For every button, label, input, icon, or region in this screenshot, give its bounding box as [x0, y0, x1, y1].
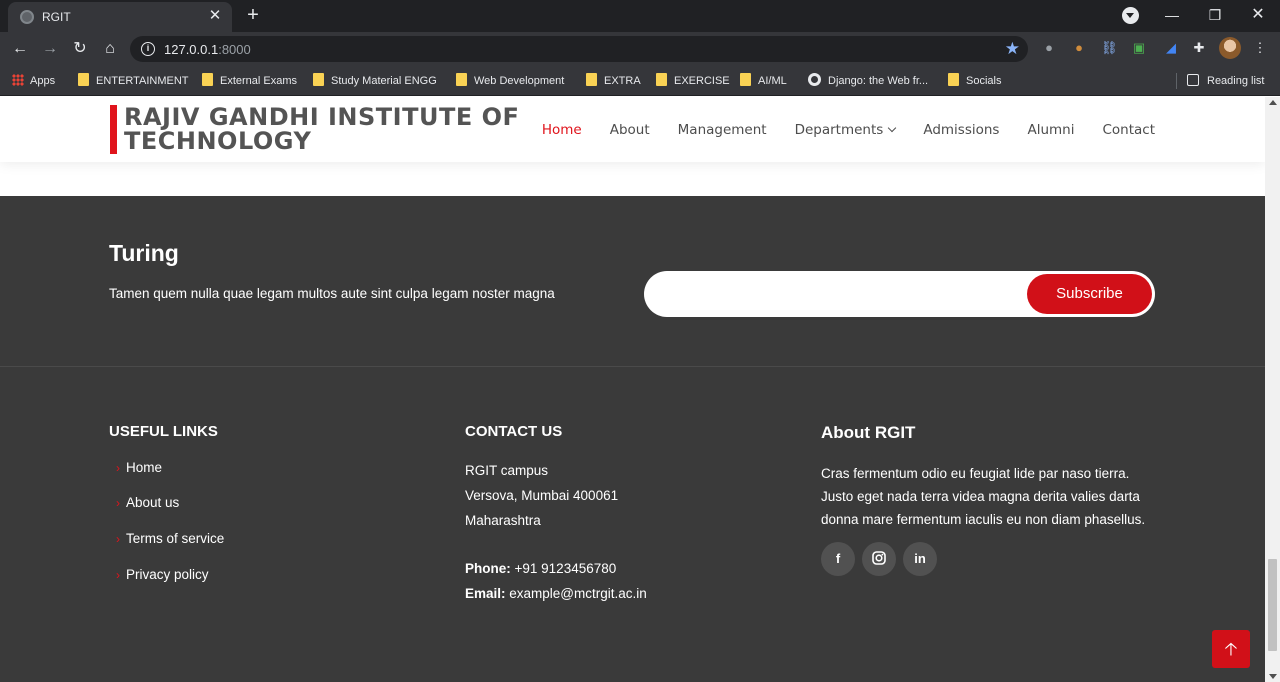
globe-icon [808, 73, 821, 86]
chevron-right-icon: › [116, 532, 120, 546]
bookmark-folder[interactable]: External Exams [202, 73, 297, 89]
bookmark-star-icon[interactable]: ★ [1005, 39, 1020, 59]
extension-icon[interactable]: ◢ [1163, 40, 1179, 56]
puzzle-extensions-icon[interactable]: ✚ [1191, 40, 1207, 56]
bookmark-folder[interactable]: EXTRA [586, 73, 641, 89]
folder-icon [586, 73, 597, 86]
nav-departments[interactable]: Departments [795, 122, 897, 138]
nav-home[interactable]: Home [542, 122, 582, 138]
close-window-button[interactable]: ✕ [1246, 4, 1270, 26]
folder-icon [948, 73, 959, 86]
page-scrollbar[interactable] [1265, 97, 1280, 682]
bookmark-link[interactable]: Django: the Web fr... [808, 73, 928, 89]
address-line: Versova, Mumbai 400061 [465, 488, 619, 503]
browser-toolbar: ← → ↻ ⌂ i 127.0.0.1:8000 ★ ● ● ⛓ ▣ ◢ ✚ ⋮ [0, 32, 1280, 66]
newsletter-title: Turing [109, 240, 179, 266]
page-viewport: RAJIV GANDHI INSTITUTE OF TECHNOLOGY Hom… [0, 97, 1265, 682]
footer-link-about[interactable]: › About us [116, 495, 179, 510]
bookmark-folder[interactable]: AI/ML [740, 73, 787, 89]
nav-admissions[interactable]: Admissions [923, 122, 999, 138]
chevron-right-icon: › [116, 568, 120, 582]
close-icon[interactable]: ✕ [206, 7, 224, 25]
contact-us-title: CONTACT US [465, 423, 563, 440]
address-bar[interactable]: i 127.0.0.1:8000 ★ [130, 36, 1028, 62]
back-arrow-icon[interactable]: ← [8, 37, 32, 61]
scroll-up-arrow-icon[interactable] [1269, 100, 1277, 105]
forward-arrow-icon[interactable]: → [38, 37, 62, 61]
minimize-button[interactable]: — [1160, 4, 1184, 26]
reading-list-icon [1187, 74, 1199, 86]
logo-line-1: RAJIV GANDHI INSTITUTE OF [124, 103, 520, 131]
useful-links-title: USEFUL LINKS [109, 423, 218, 440]
site-header: RAJIV GANDHI INSTITUTE OF TECHNOLOGY Hom… [0, 97, 1265, 162]
linkedin-icon[interactable]: in [903, 542, 937, 576]
instagram-icon[interactable] [862, 542, 896, 576]
nav-management[interactable]: Management [678, 122, 767, 138]
nav-contact[interactable]: Contact [1102, 122, 1155, 138]
bookmarks-bar: Apps ENTERTAINMENT External Exams Study … [0, 66, 1280, 96]
address-line: RGIT campus [465, 463, 549, 478]
link-extension-icon[interactable]: ⛓ [1101, 40, 1118, 56]
avatar[interactable] [1219, 37, 1241, 59]
globe-icon [20, 10, 34, 24]
contact-phone: Phone: +91 9123456780 [465, 561, 617, 576]
main-nav: Home About Management Departments Admiss… [514, 97, 1155, 162]
chevron-right-icon: › [116, 496, 120, 510]
info-icon[interactable]: i [141, 42, 155, 56]
bookmark-folder[interactable]: ENTERTAINMENT [78, 73, 189, 89]
address-line: Maharashtra [465, 513, 541, 528]
extension-icon[interactable]: ▣ [1131, 40, 1147, 56]
browser-tabstrip: RGIT ✕ + — ❐ ✕ [0, 0, 1280, 32]
footer-link-privacy[interactable]: › Privacy policy [116, 567, 209, 582]
subscribe-button[interactable]: Subscribe [1027, 274, 1152, 314]
folder-icon [456, 73, 467, 86]
bookmark-folder[interactable]: Web Development [456, 73, 564, 89]
newsletter-email-input[interactable]: Subscribe [644, 271, 1155, 317]
divider [1176, 73, 1177, 89]
browser-tab[interactable]: RGIT ✕ [8, 2, 232, 32]
folder-icon [313, 73, 324, 86]
reading-list-button[interactable]: Reading list [1187, 73, 1264, 89]
bookmark-folder[interactable]: EXERCISE [656, 73, 730, 89]
footer-link-home[interactable]: › Home [116, 460, 162, 475]
new-tab-button[interactable]: + [242, 4, 264, 26]
newsletter-section: Turing Tamen quem nulla quae legam multo… [0, 196, 1265, 366]
about-title: About RGIT [821, 423, 916, 442]
bookmark-folder[interactable]: Socials [948, 73, 1001, 89]
site-logo[interactable]: RAJIV GANDHI INSTITUTE OF TECHNOLOGY [124, 105, 519, 153]
restore-button[interactable]: ❐ [1203, 4, 1227, 26]
newsletter-text: Tamen quem nulla quae legam multos aute … [109, 286, 555, 301]
bookmark-folder[interactable]: Study Material ENGG [313, 73, 437, 89]
folder-icon [78, 73, 89, 86]
home-icon[interactable]: ⌂ [98, 37, 122, 61]
folder-icon [740, 73, 751, 86]
nav-alumni[interactable]: Alumni [1027, 122, 1074, 138]
tab-search-button[interactable] [1122, 7, 1139, 24]
bookmark-apps[interactable]: Apps [12, 73, 55, 89]
apps-grid-icon [12, 74, 24, 86]
footer-link-terms[interactable]: › Terms of service [116, 531, 224, 546]
site-footer: USEFUL LINKS › Home › About us › Terms of s… [0, 366, 1265, 682]
folder-icon [656, 73, 667, 86]
nav-about[interactable]: About [610, 122, 650, 138]
scroll-down-arrow-icon[interactable] [1269, 674, 1277, 679]
facebook-icon[interactable]: f [821, 542, 855, 576]
contact-email: Email: example@mctrgit.ac.in [465, 586, 647, 601]
chevron-down-icon [888, 123, 897, 132]
logo-accent-bar [110, 105, 117, 154]
chevron-right-icon: › [116, 461, 120, 475]
tab-title: RGIT [42, 10, 71, 24]
extension-icon[interactable]: ● [1041, 40, 1057, 56]
about-text: Cras fermentum odio eu feugiat lide par … [821, 466, 1146, 527]
folder-icon [202, 73, 213, 86]
logo-line-2: TECHNOLOGY [124, 127, 312, 155]
reload-icon[interactable]: ↻ [68, 37, 92, 61]
back-to-top-button[interactable]: 🡡 [1212, 630, 1250, 668]
url-text: 127.0.0.1:8000 [164, 42, 251, 57]
cookie-extension-icon[interactable]: ● [1071, 40, 1087, 56]
scrollbar-thumb[interactable] [1268, 559, 1277, 651]
menu-kebab-icon[interactable]: ⋮ [1252, 40, 1268, 56]
